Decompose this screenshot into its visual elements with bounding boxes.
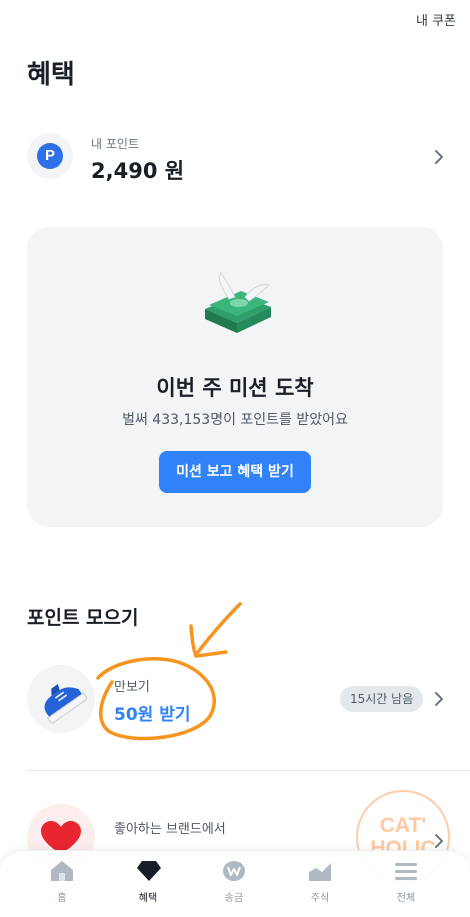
my-points-row[interactable]: P 내 포인트 2,490 원 xyxy=(0,128,470,190)
benefit-gem-icon xyxy=(137,861,161,881)
collect-points-title: 포인트 모으기 xyxy=(27,607,139,629)
mission-subtitle: 벌써 433,153명이 포인트를 받았어요 xyxy=(122,412,348,428)
tab-label-stock: 주식 xyxy=(310,893,330,904)
page-title: 혜택 xyxy=(27,60,75,90)
tab-label-home: 홈 xyxy=(57,893,67,904)
points-p-icon: P xyxy=(37,143,63,169)
weekly-mission-card: 이번 주 미션 도착 벌써 433,153명이 포인트를 받았어요 미션 보고 … xyxy=(27,227,443,527)
favorite-brand-label: 좋아하는 브랜드에서 xyxy=(114,822,226,837)
divider xyxy=(27,770,470,771)
chevron-right-icon xyxy=(434,146,444,170)
points-icon-wrap: P xyxy=(27,133,73,179)
sneaker-icon xyxy=(44,684,88,724)
mission-benefit-button[interactable]: 미션 보고 혜택 받기 xyxy=(159,451,311,493)
stock-chart-icon xyxy=(309,863,331,881)
tab-label-all: 전체 xyxy=(396,893,416,904)
chevron-right-icon xyxy=(434,688,444,712)
tab-stock[interactable]: 주식 xyxy=(290,851,350,911)
top-bar: 내 쿠폰 xyxy=(0,0,470,40)
tab-all[interactable]: 전체 xyxy=(376,851,436,911)
bottom-tab-bar: 홈 혜택 송금 주식 전체 xyxy=(0,850,470,917)
watermark-line1: CAT' xyxy=(379,814,427,837)
transfer-won-icon xyxy=(223,861,245,881)
my-coupon-link[interactable]: 내 쿠폰 xyxy=(416,10,456,29)
pedometer-reward: 50원 받기 xyxy=(114,705,191,725)
time-remaining-badge: 15시간 남음 xyxy=(340,686,424,712)
points-label: 내 포인트 xyxy=(91,137,139,151)
menu-icon xyxy=(395,863,417,880)
pedometer-row[interactable]: 만보기 50원 받기 15시간 남음 xyxy=(0,662,470,738)
tab-transfer[interactable]: 송금 xyxy=(204,851,264,911)
winged-money-icon xyxy=(205,272,271,333)
home-icon xyxy=(51,861,73,881)
tab-label-transfer: 송금 xyxy=(224,893,244,904)
shoe-icon-wrap xyxy=(27,665,95,733)
tab-label-benefit: 혜택 xyxy=(138,893,158,904)
mission-title: 이번 주 미션 도착 xyxy=(156,376,314,400)
tab-benefit[interactable]: 혜택 xyxy=(118,851,178,911)
pedometer-label: 만보기 xyxy=(114,680,150,695)
points-value: 2,490 원 xyxy=(91,159,185,183)
tab-home[interactable]: 홈 xyxy=(32,851,92,911)
